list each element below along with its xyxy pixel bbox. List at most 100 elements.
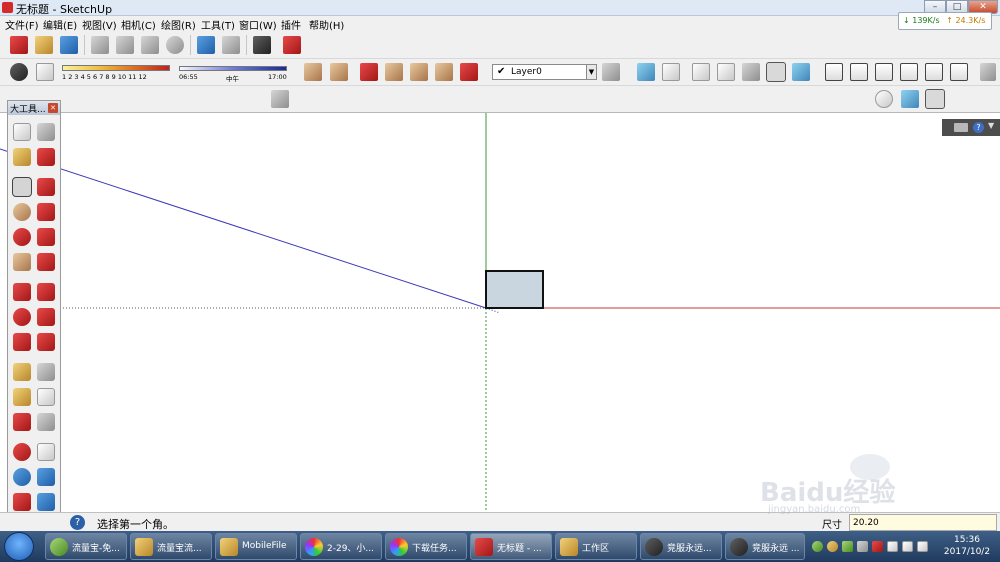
volume-icon[interactable] <box>902 541 913 552</box>
save-icon[interactable] <box>60 36 78 54</box>
look-around-icon[interactable] <box>901 90 919 108</box>
taskbar-item[interactable]: 竞服永远 ... <box>725 533 805 560</box>
menu-plugins[interactable]: 插件 <box>281 17 301 32</box>
previous-view-tool-icon[interactable] <box>37 493 55 511</box>
menu-window[interactable]: 窗口(W) <box>239 17 277 32</box>
eraser-tool-icon[interactable] <box>37 148 55 166</box>
shadow-toggle-icon[interactable] <box>10 63 28 81</box>
close-icon[interactable]: ✕ <box>48 103 58 113</box>
new-file-icon[interactable] <box>10 36 28 54</box>
select-tool-icon[interactable] <box>13 123 31 141</box>
action-center-icon[interactable] <box>917 541 928 552</box>
push-pull-tool-icon[interactable] <box>37 283 55 301</box>
print-icon[interactable] <box>253 36 271 54</box>
menu-file[interactable]: 文件(F) <box>5 17 39 32</box>
paste-icon[interactable] <box>141 36 159 54</box>
taskbar-item[interactable]: MobileFile <box>215 533 297 560</box>
3d-text-tool-icon[interactable] <box>37 413 55 431</box>
rectangle-face[interactable] <box>485 270 544 309</box>
erase-icon[interactable] <box>166 36 184 54</box>
tape-measure-tool-icon[interactable] <box>13 363 31 381</box>
menu-draw[interactable]: 绘图(R) <box>161 17 196 32</box>
left-view-icon[interactable] <box>950 63 968 81</box>
move-tool-icon[interactable] <box>13 283 31 301</box>
top-view-icon[interactable] <box>850 63 868 81</box>
follow-me-tool-icon[interactable] <box>37 308 55 326</box>
shadow-darkness-slider[interactable] <box>62 65 170 71</box>
shaded-style-icon[interactable] <box>742 63 760 81</box>
textured-style-icon[interactable] <box>766 62 786 82</box>
text-tool-icon[interactable] <box>37 388 55 406</box>
tray-app-icon[interactable] <box>812 541 823 552</box>
offset-tool-icon[interactable] <box>37 333 55 351</box>
section-plane-icon[interactable] <box>304 63 322 81</box>
fog-toggle-icon[interactable] <box>36 63 54 81</box>
walk-icon[interactable] <box>925 89 945 109</box>
orbit-tool-icon[interactable] <box>13 443 31 461</box>
arc3-tool-icon[interactable] <box>37 253 55 271</box>
tray-security-icon[interactable] <box>842 541 853 552</box>
line-tool-icon[interactable] <box>37 178 55 196</box>
tray-alert-icon[interactable] <box>872 541 883 552</box>
open-file-icon[interactable] <box>35 36 53 54</box>
right-view-icon[interactable] <box>900 63 918 81</box>
x-ray-icon[interactable] <box>360 63 378 81</box>
axes-tool-icon[interactable] <box>13 413 31 431</box>
shaded-texture-icon[interactable] <box>460 63 478 81</box>
network-signal-icon[interactable] <box>887 541 898 552</box>
instructor-icon[interactable] <box>954 123 968 132</box>
palette-header[interactable]: 大工具... ✕ <box>8 101 60 115</box>
pan-tool-icon[interactable] <box>37 443 55 461</box>
start-button[interactable] <box>4 532 34 561</box>
taskbar-item[interactable]: 流量宝流... <box>130 533 212 560</box>
help-icon[interactable]: ? <box>70 515 85 530</box>
position-camera-icon[interactable] <box>875 90 893 108</box>
zoom-window-tool-icon[interactable] <box>37 468 55 486</box>
menu-tools[interactable]: 工具(T) <box>201 17 235 32</box>
sandbox-icon[interactable] <box>271 90 289 108</box>
undo-icon[interactable] <box>197 36 215 54</box>
scale-tool-icon[interactable] <box>13 333 31 351</box>
menu-view[interactable]: 视图(V) <box>82 17 117 32</box>
component-tool-icon[interactable] <box>37 123 55 141</box>
iso-view-icon[interactable] <box>825 63 843 81</box>
cut-icon[interactable] <box>91 36 109 54</box>
display-section-icon[interactable] <box>330 63 348 81</box>
model-canvas[interactable] <box>0 113 1000 512</box>
menu-help[interactable]: 帮助(H) <box>309 17 344 32</box>
pie-tool-icon[interactable] <box>13 253 31 271</box>
hidden-line-icon[interactable] <box>410 63 428 81</box>
paint-bucket-tool-icon[interactable] <box>13 148 31 166</box>
front-view-icon[interactable] <box>875 63 893 81</box>
iso-cube-icon[interactable] <box>637 63 655 81</box>
taskbar-item[interactable]: 2-29、小... <box>300 533 382 560</box>
back-view-icon[interactable] <box>925 63 943 81</box>
monochrome-style-icon[interactable] <box>792 63 810 81</box>
tray-input-icon[interactable] <box>857 541 868 552</box>
rectangle-tool-icon[interactable] <box>12 177 32 197</box>
taskbar-item[interactable]: 流量宝-免... <box>45 533 127 560</box>
shadow-time-slider[interactable] <box>179 66 287 71</box>
chevron-down-icon[interactable]: ▼ <box>586 65 596 79</box>
taskbar-item[interactable]: 竞服永远... <box>640 533 722 560</box>
polygon-tool-icon[interactable] <box>13 228 31 246</box>
drawing-viewport[interactable] <box>0 113 1000 512</box>
protractor-tool-icon[interactable] <box>13 388 31 406</box>
extra-view-icon[interactable] <box>980 63 996 81</box>
freehand-tool-icon[interactable] <box>37 203 55 221</box>
menu-edit[interactable]: 编辑(E) <box>43 17 77 32</box>
wireframe-style-icon[interactable] <box>692 63 710 81</box>
zoom-extents-tool-icon[interactable] <box>13 493 31 511</box>
redo-icon[interactable] <box>222 36 240 54</box>
dimension-tool-icon[interactable] <box>37 363 55 381</box>
top-cube-icon[interactable] <box>662 63 680 81</box>
hidden-line-style-icon[interactable] <box>717 63 735 81</box>
copy-icon[interactable] <box>116 36 134 54</box>
menu-camera[interactable]: 相机(C) <box>121 17 156 32</box>
layer-dropdown[interactable]: ✔ Layer0 ▼ <box>492 64 597 80</box>
circle-tool-icon[interactable] <box>13 203 31 221</box>
help-icon[interactable]: ? <box>973 122 984 133</box>
taskbar-clock[interactable]: 15:36 2017/10/2 <box>938 534 996 558</box>
layer-manager-icon[interactable] <box>602 63 620 81</box>
taskbar-item[interactable]: 无标题 - ... <box>470 533 552 560</box>
